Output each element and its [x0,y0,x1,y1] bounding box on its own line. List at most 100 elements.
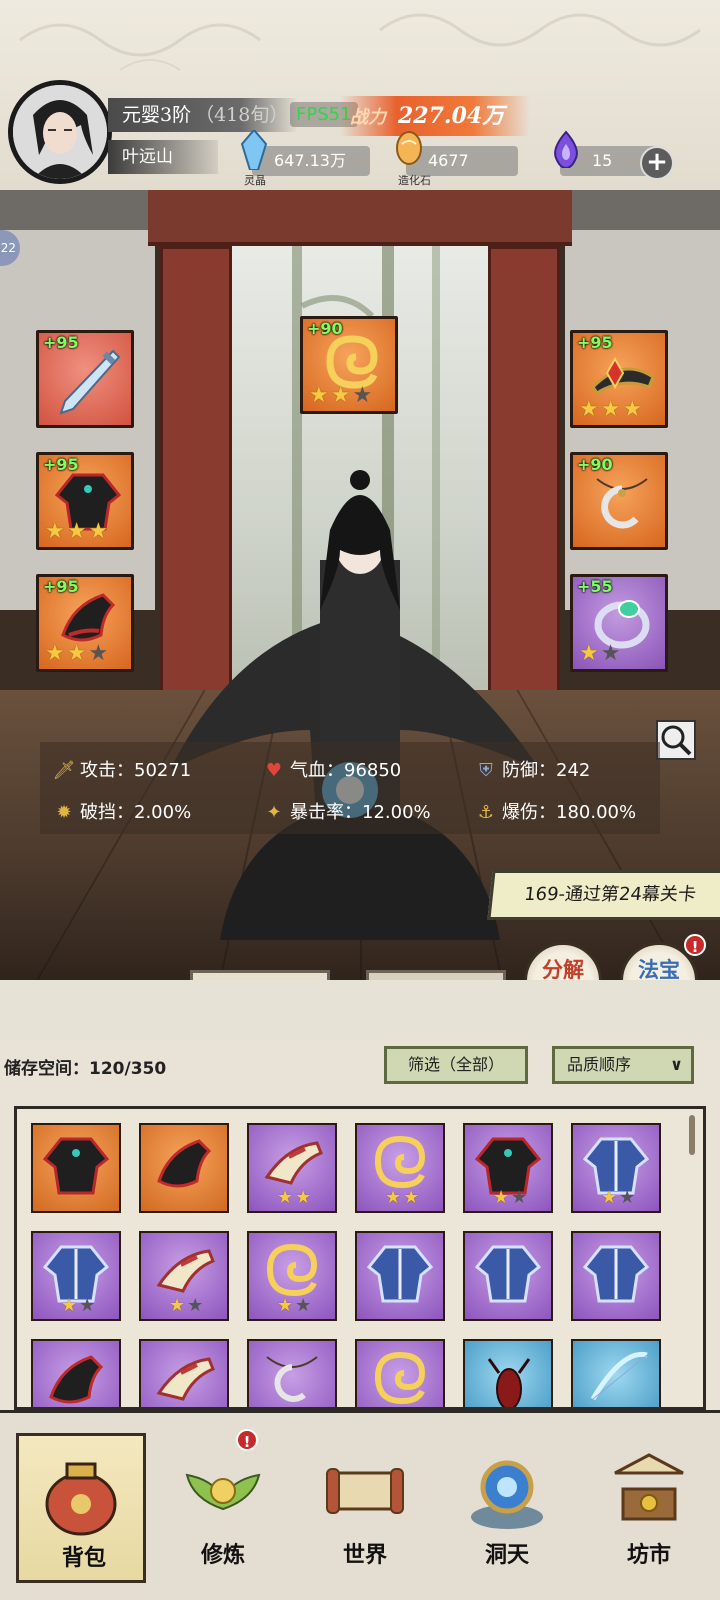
tab-treasure[interactable]: 法宝 [190,970,330,980]
player-name: 叶远山 [108,140,218,174]
stat-crit-damage: ⚓ 爆伤：180.00% [474,798,636,824]
inventory-item[interactable] [31,1123,121,1213]
stat-label: 防御： [502,760,556,781]
stat-value: 50271 [134,760,192,781]
inventory-scrollbar[interactable] [689,1115,695,1155]
crit-icon: ✦ [266,802,282,823]
magnifier-icon [661,725,692,756]
inventory-item[interactable] [355,1231,445,1321]
equip-slot-robe[interactable]: +95 ★★★ [36,452,134,550]
nav-cave-realm[interactable]: 洞天 [442,1433,572,1583]
stat-defense: ⛨ 防御：242 [474,756,590,782]
shield-icon: ⛨ [479,760,493,781]
spirit-flame-value: 15 [592,151,613,170]
tab-items[interactable]: 道具 [366,970,506,980]
equip-slot-top[interactable]: +90 ★★★ [300,316,398,414]
left-lattice [0,190,155,230]
inventory-grid: ★★ ★★ ★★ ★★ ★★ ★★ ★★ [14,1106,706,1410]
stat-value: 2.00% [134,802,192,823]
spirit-crystal-bar[interactable]: 灵晶 647.13万 [240,130,370,187]
crit-damage-icon: ⚓ [477,802,495,823]
inventory-item[interactable]: ★★ [247,1123,337,1213]
nav-world[interactable]: 世界 [300,1433,430,1583]
sword-stat-icon: 🗡 [52,760,76,781]
equip-slot-boots[interactable]: +95 ★★★ [36,574,134,672]
inventory-item[interactable]: ★★ [463,1123,553,1213]
inventory-item[interactable] [463,1339,553,1407]
star-rating: ★★ [277,1295,314,1316]
inventory-item[interactable]: ★★ [139,1231,229,1321]
stat-value: 96850 [344,760,402,781]
inventory-item[interactable]: ★★ [31,1231,121,1321]
heart-icon: ♥ [265,760,283,781]
stat-attack: 🗡 攻击：50271 [52,756,192,782]
boots-icon [157,1139,212,1188]
cultivate-alert-badge: ! [236,1429,258,1451]
inspect-button[interactable] [656,720,696,760]
equip-slot-ring[interactable]: +55 ★★ [570,574,668,672]
break-icon: ✹ [56,802,72,823]
nav-cultivate[interactable]: 修炼 ! [158,1429,288,1583]
equip-slot-weapon[interactable]: +95 [36,330,134,428]
blue-robe-icon [367,1245,434,1303]
stats-panel: 🗡 攻击：50271 ♥ 气血：96850 ⛨ 防御：242 ✹ 破挡：2.00% ✦ 暴… [40,742,660,834]
player-avatar[interactable] [8,80,112,184]
stat-label: 爆伤： [502,802,556,823]
inventory-item[interactable] [571,1231,661,1321]
quest-banner[interactable]: 169-通过第24幕关卡 [487,870,720,920]
stat-hp: ♥ 气血：96850 [262,756,401,782]
blue-robe-icon [583,1245,650,1303]
chevron-down-icon: ∨ [670,1055,683,1074]
realm-duration: （418旬） [195,104,289,126]
inventory-item[interactable] [31,1339,121,1407]
stat-value: 180.00% [556,802,637,823]
filter-dropdown[interactable]: 筛选（全部） [384,1046,528,1084]
storage-label: 储存空间： [4,1059,89,1079]
equip-slot-crown[interactable]: +95 ★★★ [570,330,668,428]
bag-icon [45,1462,117,1536]
star-rating: ★★ [579,641,623,666]
boots-icon [49,1355,104,1404]
storage-capacity: 储存空间：120/350 [4,1054,166,1079]
nav-label: 世界 [342,1542,387,1568]
sort-dropdown[interactable]: 品质顺序 ∨ [552,1046,694,1084]
scroll-icon [326,1468,404,1514]
stat-label: 暴击率： [290,802,362,823]
inventory-panel: 储存空间：120/350 筛选（全部） 品质顺序 ∨ ★★ ★★ ★★ ★★ ★★ ★★ ★… [0,1040,720,1410]
stat-break: ✹ 破挡：2.00% [52,798,191,824]
nav-label: 背包 [61,1545,106,1571]
inventory-item[interactable] [463,1231,553,1321]
stat-label: 破挡： [80,802,134,823]
inventory-item[interactable] [355,1339,445,1407]
crystal-icon [240,130,268,170]
stat-value: 242 [556,760,591,781]
nav-bag[interactable]: 背包 [16,1433,146,1583]
stat-value: 12.00% [362,802,431,823]
character-scene: 22 +95 +90 ★★★ +95 ★★★ +95 ★★★ +90 +95 ★… [0,190,720,980]
inventory-item[interactable] [139,1339,229,1407]
inventory-item[interactable] [139,1123,229,1213]
top-header: 元婴3阶 （418旬） 叶远山 FPS51 战力 227.04万 灵晶 647.13… [0,0,720,190]
stat-label: 攻击： [80,760,134,781]
inventory-item[interactable]: ★★ [571,1123,661,1213]
synthesize-alert-badge: ! [684,934,706,956]
crystal-value: 647.13万 [274,151,346,170]
nav-market[interactable]: 坊市 [584,1433,714,1583]
door-beam [148,190,572,246]
star-rating: ★★★ [309,383,375,408]
equip-slot-pendant[interactable]: +90 [570,452,668,550]
pendant-icon [596,478,648,529]
right-lattice [565,190,720,230]
inventory-item[interactable]: ★★ [247,1231,337,1321]
nav-label: 坊市 [626,1542,671,1568]
inventory-item[interactable]: ★★ [355,1123,445,1213]
inventory-item[interactable] [247,1339,337,1407]
creation-stone-bar[interactable]: 造化石 4677 [396,131,518,187]
bow-icon [590,1351,648,1401]
inventory-item[interactable] [571,1339,661,1407]
stat-label: 气血： [290,760,344,781]
realm-text: 元婴3阶 [122,104,192,126]
avatar-portrait-icon [13,85,107,179]
star-rating: ★★★ [579,397,645,422]
add-resource-button[interactable]: + [640,146,674,180]
